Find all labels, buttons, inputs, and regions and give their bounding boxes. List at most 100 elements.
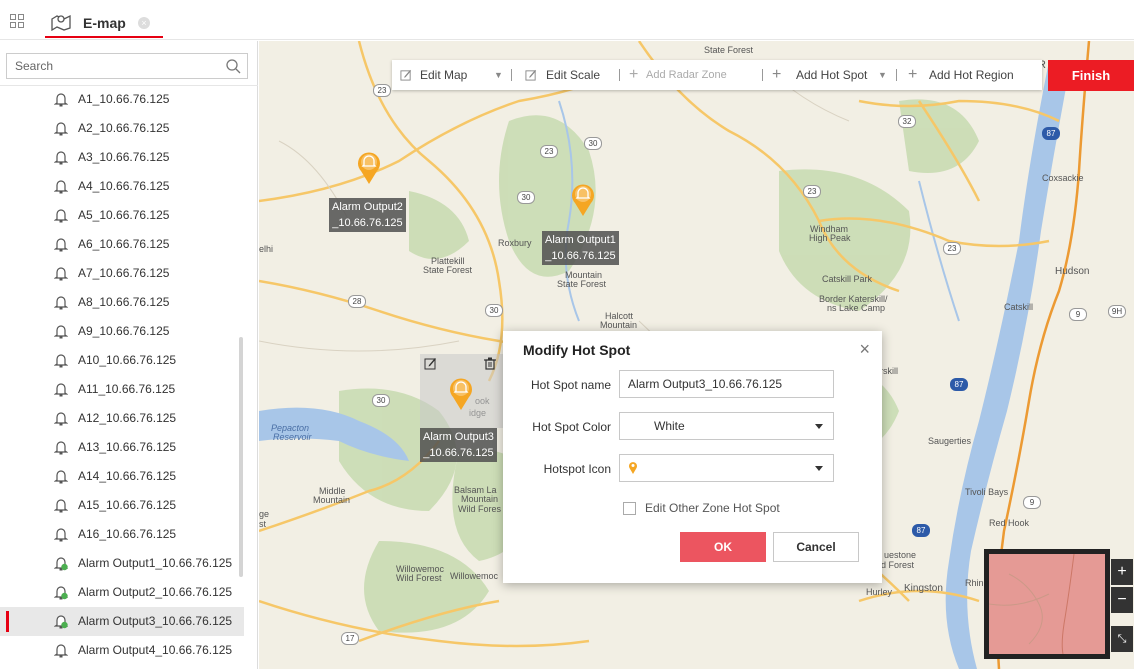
device-label: A2_10.66.76.125 <box>78 121 170 135</box>
zoom-out-button[interactable]: − <box>1111 587 1133 613</box>
location-pin-icon <box>629 462 637 474</box>
alarm-output-hotspot-pin[interactable] <box>569 181 597 217</box>
device-list-item[interactable]: A14_10.66.76.125 <box>0 462 244 491</box>
map-label: elhi <box>259 244 274 254</box>
finish-button[interactable]: Finish <box>1048 60 1134 91</box>
sidebar-scrollbar[interactable] <box>239 337 243 577</box>
ok-button[interactable]: OK <box>680 532 766 562</box>
hotspot-label-line: _10.66.76.125 <box>332 217 403 229</box>
device-list-item[interactable]: A3_10.66.76.125 <box>0 143 244 172</box>
map-label: Mountain <box>461 494 499 504</box>
edit-scale-icon <box>525 69 537 81</box>
alarm-output-hotspot-pin[interactable] <box>447 375 475 411</box>
device-label: A1_10.66.76.125 <box>78 92 170 106</box>
device-sidebar: A1_10.66.76.125 A2_10.66.76.125 A3_10.66.7… <box>0 41 258 669</box>
device-list-item[interactable]: A10_10.66.76.125 <box>0 346 244 375</box>
edit-map-icon <box>400 69 412 81</box>
hotspot-label[interactable]: Alarm Output2 _10.66.76.125 <box>329 198 406 232</box>
edit-other-zone-checkbox[interactable] <box>623 502 636 515</box>
alarm-bell-icon <box>54 151 68 165</box>
device-label: A4_10.66.76.125 <box>78 179 170 193</box>
device-list-item[interactable]: A13_10.66.76.125 <box>0 433 244 462</box>
device-list-item[interactable]: A9_10.66.76.125 <box>0 317 244 346</box>
alarm-bell-icon <box>54 528 68 542</box>
alarm-bell-icon <box>54 180 68 194</box>
device-list-item[interactable]: A15_10.66.76.125 <box>0 491 244 520</box>
hot-spot-name-field[interactable]: Alarm Output3_10.66.76.125 <box>619 370 834 398</box>
chevron-down-icon[interactable]: ▼ <box>494 60 503 90</box>
map-label: uestone <box>884 550 917 560</box>
map-label: Mountain <box>313 495 351 505</box>
alarm-bell-icon <box>54 325 68 339</box>
add-radar-zone-button[interactable]: Add Radar Zone <box>646 60 727 90</box>
plus-icon: + <box>629 66 639 83</box>
close-icon[interactable]: × <box>859 339 870 360</box>
device-list-item[interactable]: A7_10.66.76.125 <box>0 259 244 288</box>
eagle-eye-viewport[interactable] <box>988 553 1105 655</box>
alarm-bell-icon <box>54 412 68 426</box>
map-label: Mountain <box>600 320 638 330</box>
route-shield: 30 <box>517 191 535 204</box>
hot-spot-color-label: Hot Spot Color <box>532 420 611 434</box>
search-icon[interactable] <box>225 58 241 74</box>
alarm-output-hotspot-pin[interactable] <box>355 149 383 185</box>
delete-icon[interactable] <box>484 357 496 370</box>
map-label: Willowemoc <box>450 571 499 581</box>
route-shield: 30 <box>372 394 390 407</box>
edit-scale-button[interactable]: Edit Scale <box>546 60 600 90</box>
device-list-item[interactable]: Alarm Output1_10.66.76.125 <box>0 549 244 578</box>
add-hot-spot-button[interactable]: Add Hot Spot <box>796 60 867 90</box>
plus-icon: + <box>908 66 918 83</box>
cancel-button[interactable]: Cancel <box>773 532 859 562</box>
route-shield: 87 <box>950 378 968 391</box>
device-label: A14_10.66.76.125 <box>78 469 177 483</box>
map-label: Red Hook <box>989 518 1030 528</box>
device-list-item[interactable]: A12_10.66.76.125 <box>0 404 244 433</box>
map-label: rskill <box>880 366 898 376</box>
tab-emap[interactable]: E-map × <box>45 6 163 38</box>
alarm-bell-icon <box>54 122 68 136</box>
device-list-item[interactable]: A5_10.66.76.125 <box>0 201 244 230</box>
device-list-item[interactable]: Alarm Output2_10.66.76.125 <box>0 578 244 607</box>
route-shield: 23 <box>943 242 961 255</box>
device-list-item[interactable]: A1_10.66.76.125 <box>0 85 244 114</box>
device-list-item[interactable]: A11_10.66.76.125 <box>0 375 244 404</box>
device-list-item[interactable]: A4_10.66.76.125 <box>0 172 244 201</box>
map-label: d Forest <box>881 560 915 570</box>
app-grid-icon[interactable] <box>10 14 24 28</box>
collapse-overview-button[interactable]: ⤡ <box>1111 626 1133 652</box>
device-list-item[interactable]: A6_10.66.76.125 <box>0 230 244 259</box>
route-shield: 17 <box>341 632 359 645</box>
edit-map-button[interactable]: Edit Map <box>420 60 467 90</box>
device-list-item[interactable]: Alarm Output3_10.66.76.125 <box>0 607 244 636</box>
edit-icon[interactable] <box>424 357 437 370</box>
eagle-eye-overview[interactable] <box>984 549 1110 659</box>
overview-map <box>988 553 1075 655</box>
alarm-output-added-icon <box>54 615 68 629</box>
map-label: Hurley <box>866 587 893 597</box>
map-canvas[interactable]: elhi Roxbury Plattekill State Forest Mou… <box>259 41 1134 669</box>
device-list-item[interactable]: A2_10.66.76.125 <box>0 114 244 143</box>
map-label: Roxbury <box>498 238 532 248</box>
hotspot-icon-select[interactable] <box>619 454 834 482</box>
chevron-down-icon[interactable]: ▼ <box>878 60 887 90</box>
map-icon <box>51 14 71 31</box>
map-label: High Peak <box>809 233 851 243</box>
device-label: Alarm Output4_10.66.76.125 <box>78 643 233 657</box>
alarm-bell-icon <box>54 238 68 252</box>
zoom-in-button[interactable]: + <box>1111 559 1133 585</box>
close-tab-icon[interactable]: × <box>138 17 150 29</box>
hotspot-label[interactable]: Alarm Output1 _10.66.76.125 <box>542 231 619 265</box>
hotspot-label[interactable]: Alarm Output3 _10.66.76.125 <box>420 428 497 462</box>
map-label: Hudson <box>1055 266 1090 277</box>
device-list-item[interactable]: Alarm Output4_10.66.76.125 <box>0 636 244 665</box>
search-input[interactable] <box>7 54 207 78</box>
toolbar-separator <box>511 69 512 81</box>
device-list-item[interactable]: A16_10.66.76.125 <box>0 520 244 549</box>
device-list-item[interactable]: A8_10.66.76.125 <box>0 288 244 317</box>
hot-spot-color-value: White <box>654 419 685 433</box>
add-hot-region-button[interactable]: Add Hot Region <box>929 60 1014 90</box>
device-label: A3_10.66.76.125 <box>78 150 170 164</box>
modify-hot-spot-dialog: Modify Hot Spot × Hot Spot name Alarm Ou… <box>503 331 882 583</box>
hot-spot-color-select[interactable]: White <box>619 412 834 440</box>
